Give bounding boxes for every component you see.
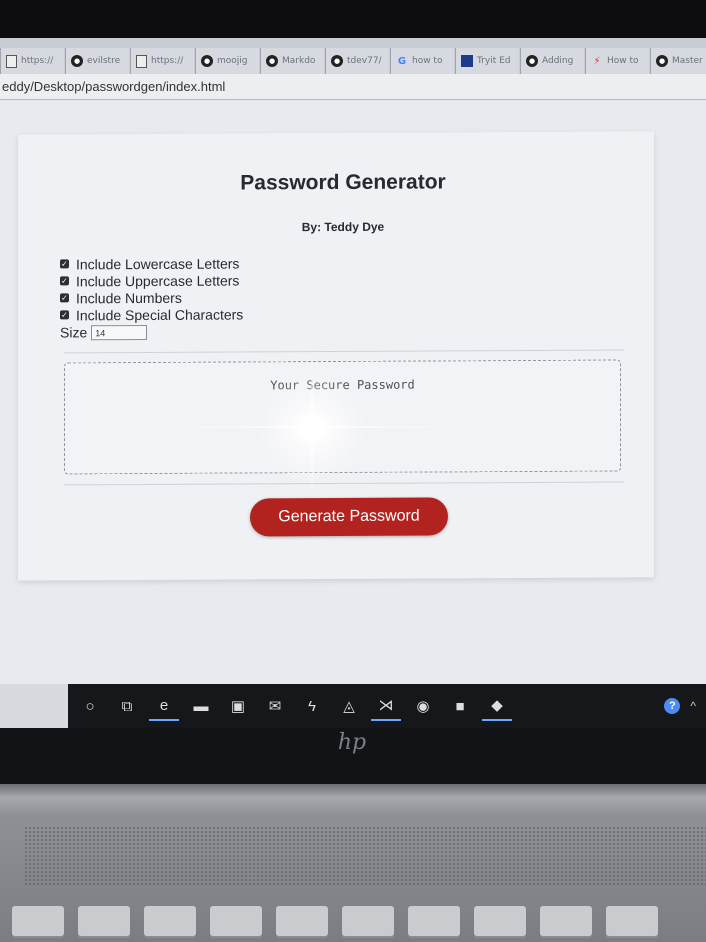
taskbar-icons: ○ ⧉ e ▬ ▣ ✉ ϟ ◬ ⋊ ◉ ■ ◆ [68, 691, 512, 721]
github-icon: ● [656, 55, 668, 67]
uppercase-checkbox[interactable]: ✓ [60, 276, 69, 286]
keyboard-key [78, 906, 130, 936]
chevron-up-icon[interactable]: ^ [690, 699, 696, 713]
tab-label: Markdo [282, 56, 316, 66]
taskbar: ○ ⧉ e ▬ ▣ ✉ ϟ ◬ ⋊ ◉ ■ ◆ ? ^ [0, 684, 706, 728]
option-label: Include Uppercase Letters [76, 272, 240, 289]
store-icon[interactable]: ▣ [223, 691, 253, 721]
document-icon [136, 54, 147, 68]
password-output[interactable]: Your Secure Password [64, 359, 621, 475]
edge-icon[interactable]: e [149, 691, 179, 721]
browser-tab[interactable]: ● tdev77/ [325, 48, 389, 74]
generate-password-button[interactable]: Generate Password [250, 497, 448, 537]
github-icon: ● [331, 55, 343, 67]
divider [64, 481, 624, 486]
browser-tab[interactable]: ⚡ How to [585, 48, 649, 74]
square-app-icon [461, 55, 473, 67]
github-icon: ● [526, 55, 538, 67]
light-glare-ray [170, 426, 460, 428]
light-glare-ray [311, 358, 313, 498]
github-icon: ● [71, 55, 83, 67]
tab-label: https:// [21, 56, 54, 66]
google-icon: G [397, 55, 407, 67]
tab-label: Tryit Ed [477, 56, 511, 66]
option-special[interactable]: ✓ Include Special Characters [60, 305, 243, 323]
laptop-hinge [0, 784, 706, 818]
option-uppercase[interactable]: ✓ Include Uppercase Letters [60, 271, 243, 289]
browser-tab[interactable]: ● Markdo [260, 48, 324, 74]
document-icon [6, 54, 17, 68]
keyboard-key [342, 906, 394, 936]
help-icon[interactable]: ? [664, 698, 681, 714]
page-title: Password Generator [240, 170, 446, 195]
author-byline: By: Teddy Dye [301, 219, 385, 235]
keyboard-key [210, 906, 262, 936]
keyboard-key [144, 906, 196, 936]
file-explorer-icon[interactable]: ▬ [186, 691, 216, 721]
option-numbers[interactable]: ✓ Include Numbers [60, 288, 243, 306]
system-tray: ? ^ [664, 698, 696, 714]
github-icon: ● [201, 55, 213, 67]
browser-tab[interactable]: ● evilstre [65, 48, 129, 74]
taskbar-search-area[interactable] [0, 684, 68, 728]
hp-logo: hp [337, 730, 367, 755]
tab-label: how to [412, 56, 443, 66]
option-label: Include Numbers [76, 289, 182, 306]
size-label: Size [60, 324, 88, 341]
tab-label: https:// [151, 56, 184, 66]
browser-tab[interactable]: Tryit Ed [455, 48, 519, 74]
tab-label: moojig [217, 56, 248, 66]
password-placeholder: Your Secure Password [270, 377, 415, 393]
cortana-circle-icon[interactable]: ○ [75, 691, 105, 721]
tab-label: evilstre [87, 56, 121, 66]
browser-tab[interactable]: ● Adding [520, 48, 584, 74]
app-icon[interactable]: ◬ [334, 691, 364, 721]
lowercase-checkbox[interactable]: ✓ [60, 259, 69, 269]
tab-label: Adding [542, 56, 574, 66]
tab-label: Master [672, 56, 703, 66]
tab-label: tdev77/ [347, 56, 382, 66]
terminal-icon[interactable]: ϟ [297, 691, 327, 721]
option-label: Include Lowercase Letters [76, 255, 240, 272]
red-app-icon: ⚡ [593, 55, 601, 67]
option-lowercase[interactable]: ✓ Include Lowercase Letters [60, 254, 243, 272]
keyboard-key [12, 906, 64, 936]
size-row: Size 14 [60, 322, 243, 341]
red-app-icon[interactable]: ■ [445, 691, 475, 721]
browser-tab[interactable]: Ghow to [390, 48, 454, 74]
laptop-screen: https://● evilstre https://● moojig ● Markdo ●… [0, 38, 706, 728]
task-view-icon[interactable]: ⧉ [112, 691, 142, 721]
browser-tab[interactable]: https:// [130, 48, 194, 74]
speaker-grille [24, 826, 706, 886]
github-icon: ● [266, 55, 278, 67]
special-checkbox[interactable]: ✓ [60, 310, 69, 320]
web-page: Password Generator By: Teddy Dye ✓ Inclu… [0, 101, 706, 691]
browser-tab-bar: https://● evilstre https://● moojig ● Markdo ●… [0, 38, 706, 74]
numbers-checkbox[interactable]: ✓ [60, 293, 69, 303]
browser-tab[interactable]: ● Master [650, 48, 706, 74]
keyboard-row [0, 906, 706, 942]
tab-label: How to [607, 56, 639, 66]
keyboard-key [540, 906, 592, 936]
git-icon[interactable]: ◆ [482, 691, 512, 721]
generator-card: Password Generator By: Teddy Dye ✓ Inclu… [18, 131, 654, 581]
option-label: Include Special Characters [76, 305, 244, 323]
mail-icon[interactable]: ✉ [260, 691, 290, 721]
keyboard-key [276, 906, 328, 936]
keyboard-key [606, 906, 658, 936]
vscode-icon[interactable]: ⋊ [371, 691, 401, 721]
chrome-icon[interactable]: ◉ [408, 691, 438, 721]
options-list: ✓ Include Lowercase Letters ✓ Include Up… [60, 254, 243, 341]
browser-tab[interactable]: https:// [0, 48, 64, 74]
browser-tab[interactable]: ● moojig [195, 48, 259, 74]
address-bar[interactable]: eddy/Desktop/passwordgen/index.html [0, 74, 706, 100]
keyboard-key [408, 906, 460, 936]
divider [64, 349, 624, 354]
size-input[interactable]: 14 [91, 324, 148, 340]
keyboard-key [474, 906, 526, 936]
